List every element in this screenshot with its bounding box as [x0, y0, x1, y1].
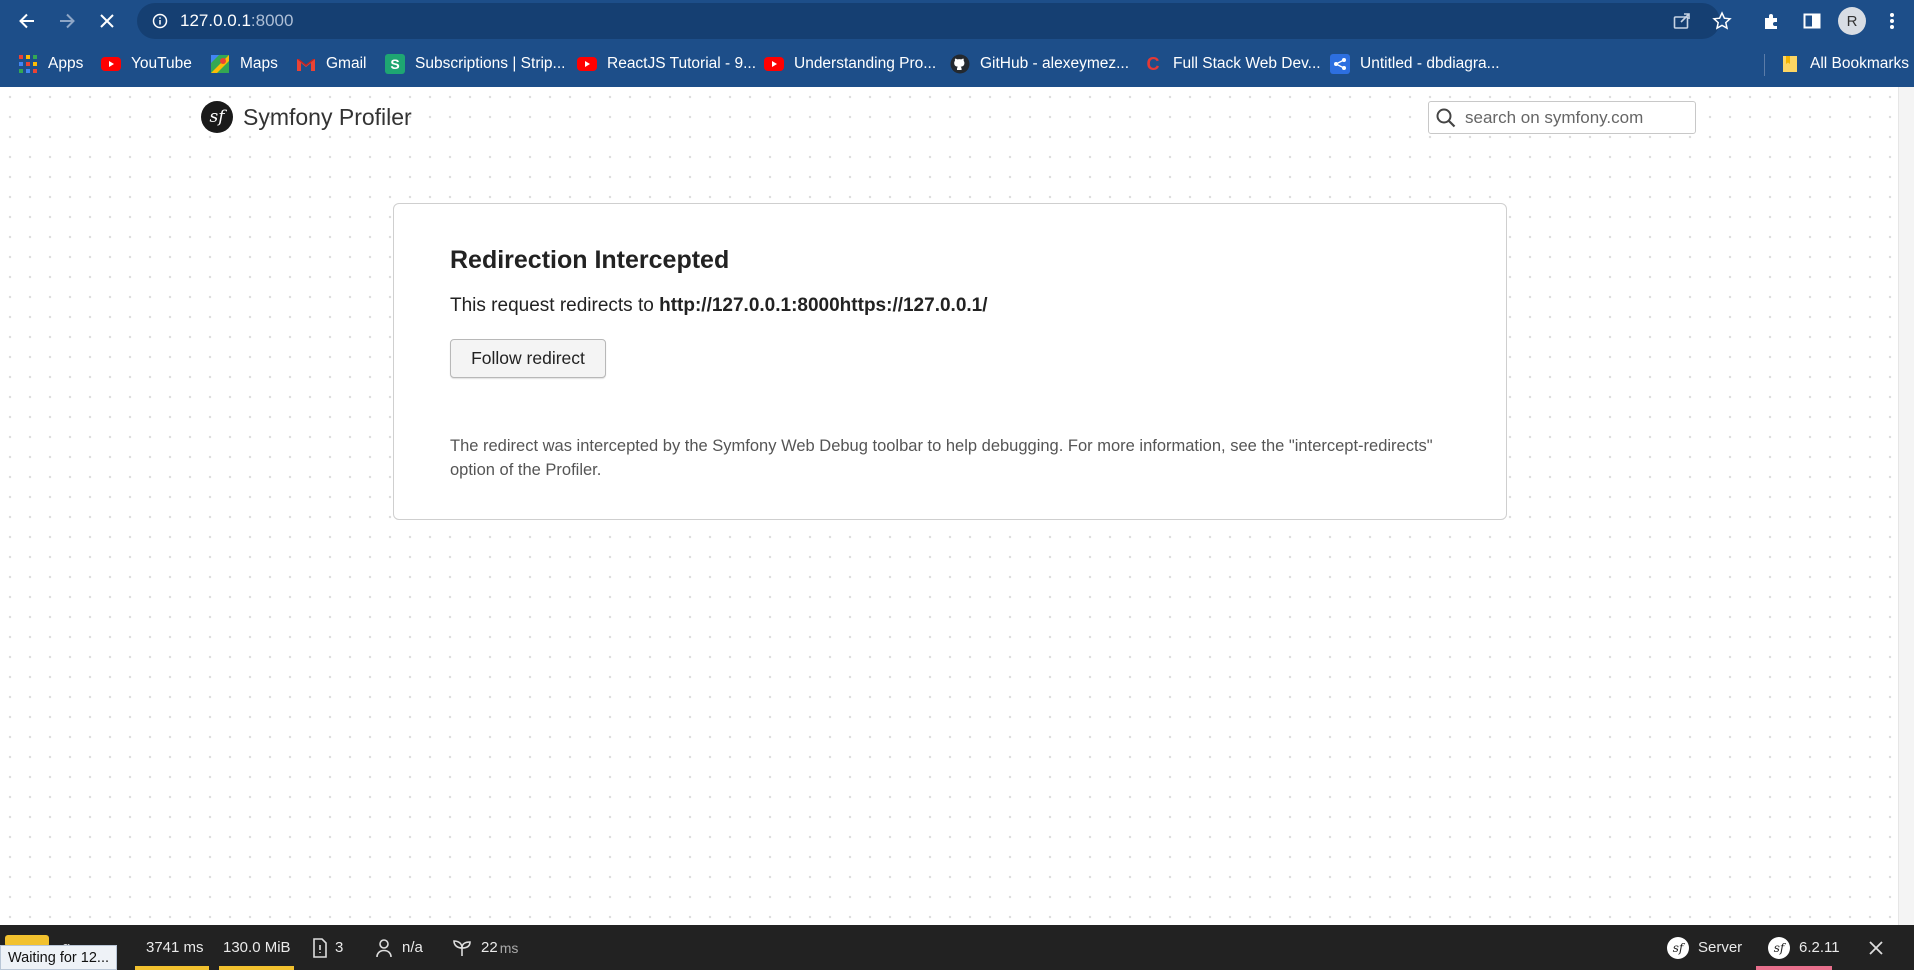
profile-avatar[interactable]: R	[1838, 7, 1866, 35]
bookmark-understanding[interactable]: Understanding Pro...	[764, 47, 936, 81]
bookmark-label: Apps	[48, 55, 84, 72]
bookmarks-separator	[1764, 54, 1765, 76]
share-button[interactable]	[1667, 6, 1697, 36]
back-button[interactable]	[12, 6, 42, 36]
bookmark-fullstack[interactable]: C Full Stack Web Dev...	[1143, 47, 1321, 81]
toolbar-close-button[interactable]	[1868, 925, 1884, 970]
bookmark-apps[interactable]: Apps	[18, 47, 83, 81]
twig-time: 22	[481, 939, 498, 956]
apps-grid-icon	[18, 54, 38, 74]
bookmark-label: Understanding Pro...	[794, 55, 937, 72]
symfony-debug-toolbar: 3741 ms 130.0 MiB 3 n/a 22 ms sf Server s…	[0, 925, 1914, 970]
github-icon	[950, 54, 970, 74]
url-text[interactable]: 127.0.0.1:8000	[180, 11, 293, 31]
memory-indicator-bar	[219, 966, 294, 970]
symfony-logo-icon: sf	[1667, 936, 1689, 959]
bookmarks-bar: Apps YouTube Maps Gmail S Subscriptions …	[0, 47, 1914, 81]
user-icon	[376, 938, 392, 957]
bookmark-youtube[interactable]: YouTube	[101, 47, 192, 81]
stop-loading-button[interactable]	[92, 6, 122, 36]
youtube-icon	[764, 54, 784, 74]
puzzle-icon	[1765, 14, 1777, 29]
follow-redirect-button[interactable]: Follow redirect	[450, 339, 606, 378]
toolbar-memory[interactable]: 130.0 MiB	[223, 925, 291, 970]
profiler-brand[interactable]: sf Symfony Profiler	[201, 101, 412, 133]
side-panel-button[interactable]	[1797, 6, 1827, 36]
vertical-scrollbar[interactable]	[1898, 87, 1914, 925]
forms-count: 3	[335, 939, 344, 956]
bookmark-label: Maps	[240, 55, 278, 72]
address-bar[interactable]: 127.0.0.1:8000	[137, 3, 1720, 39]
extensions-button[interactable]	[1757, 6, 1787, 36]
stripe-icon: S	[385, 54, 405, 74]
gmail-icon	[296, 54, 316, 74]
bookmark-github[interactable]: GitHub - alexeymez...	[950, 47, 1129, 81]
bookmark-label: Subscriptions | Strip...	[415, 55, 566, 72]
toolbar-forms[interactable]: 3	[312, 925, 343, 970]
file-icon	[313, 937, 327, 958]
symfony-logo-icon: sf	[1768, 936, 1790, 959]
site-info-icon[interactable]	[149, 10, 171, 32]
kebab-menu-icon	[1890, 13, 1894, 29]
version-indicator-bar	[1756, 966, 1832, 970]
bookmark-gmail[interactable]: Gmail	[296, 47, 366, 81]
arrow-left-icon	[19, 13, 34, 29]
bookmark-label: YouTube	[131, 55, 192, 72]
menu-button[interactable]	[1877, 6, 1907, 36]
symfony-search	[1428, 101, 1696, 134]
url-port: :8000	[250, 11, 294, 30]
browser-chrome: 127.0.0.1:8000 R Apps YouTube Maps Gmail…	[0, 0, 1914, 87]
youtube-icon	[577, 54, 597, 74]
arrow-right-icon	[60, 13, 75, 29]
security-user: n/a	[402, 939, 423, 956]
bookmark-label: Untitled - dbdiagra...	[1360, 55, 1500, 72]
forward-button[interactable]	[52, 6, 82, 36]
redirect-target-url: http://127.0.0.1:8000https://127.0.0.1/	[659, 295, 988, 316]
folder-icon	[1780, 54, 1800, 74]
bookmark-stripe-subscriptions[interactable]: S Subscriptions | Strip...	[385, 47, 565, 81]
twig-leaf-icon	[453, 939, 471, 956]
redirect-card: Redirection Intercepted This request red…	[393, 203, 1507, 520]
bookmark-label: Gmail	[326, 55, 367, 72]
search-input[interactable]	[1463, 106, 1687, 129]
bookmark-dbdiagram[interactable]: Untitled - dbdiagra...	[1330, 47, 1500, 81]
url-host: 127.0.0.1	[180, 11, 251, 30]
bookmark-star-button[interactable]	[1707, 6, 1737, 36]
search-icon	[1436, 108, 1456, 127]
toolbar-request-time[interactable]: 3741 ms	[146, 925, 204, 970]
dbdiagram-icon	[1330, 54, 1350, 74]
bookmark-label: ReactJS Tutorial - 9...	[607, 55, 757, 72]
address-row: 127.0.0.1:8000 R	[0, 0, 1914, 42]
redirect-lead-text: This request redirects to	[450, 295, 654, 316]
close-icon	[100, 14, 114, 28]
youtube-icon	[101, 54, 121, 74]
intercept-note: The redirect was intercepted by the Symf…	[450, 437, 1433, 479]
toolbar-twig[interactable]: 22 ms	[452, 925, 518, 970]
all-bookmarks-label: All Bookmarks	[1810, 55, 1910, 72]
bookmark-maps[interactable]: Maps	[210, 47, 278, 81]
star-icon	[1712, 11, 1732, 30]
c-logo-icon: C	[1146, 53, 1160, 74]
maps-icon	[210, 54, 230, 74]
close-icon	[1869, 940, 1883, 955]
bookmark-reactjs-tutorial[interactable]: ReactJS Tutorial - 9...	[577, 47, 756, 81]
redirect-message: This request redirects to http://127.0.0…	[450, 295, 988, 317]
symfony-version: 6.2.11	[1799, 939, 1840, 956]
card-title: Redirection Intercepted	[450, 246, 730, 274]
server-label: Server	[1698, 939, 1743, 956]
toolbar-security[interactable]: n/a	[375, 925, 423, 970]
twig-unit: ms	[499, 939, 519, 956]
bookmark-label: GitHub - alexeymez...	[980, 55, 1130, 72]
symfony-logo-icon: sf	[201, 101, 233, 133]
toolbar-symfony-version[interactable]: sf 6.2.11	[1768, 925, 1840, 970]
share-icon	[1673, 13, 1690, 29]
all-bookmarks[interactable]: All Bookmarks	[1780, 47, 1909, 81]
browser-status-bubble: Waiting for 12...	[0, 945, 118, 970]
side-panel-icon	[1803, 13, 1821, 29]
brand-title: Symfony Profiler	[243, 103, 412, 130]
toolbar-server[interactable]: sf Server	[1667, 925, 1742, 970]
bookmark-label: Full Stack Web Dev...	[1173, 55, 1321, 72]
time-indicator-bar	[135, 966, 209, 970]
